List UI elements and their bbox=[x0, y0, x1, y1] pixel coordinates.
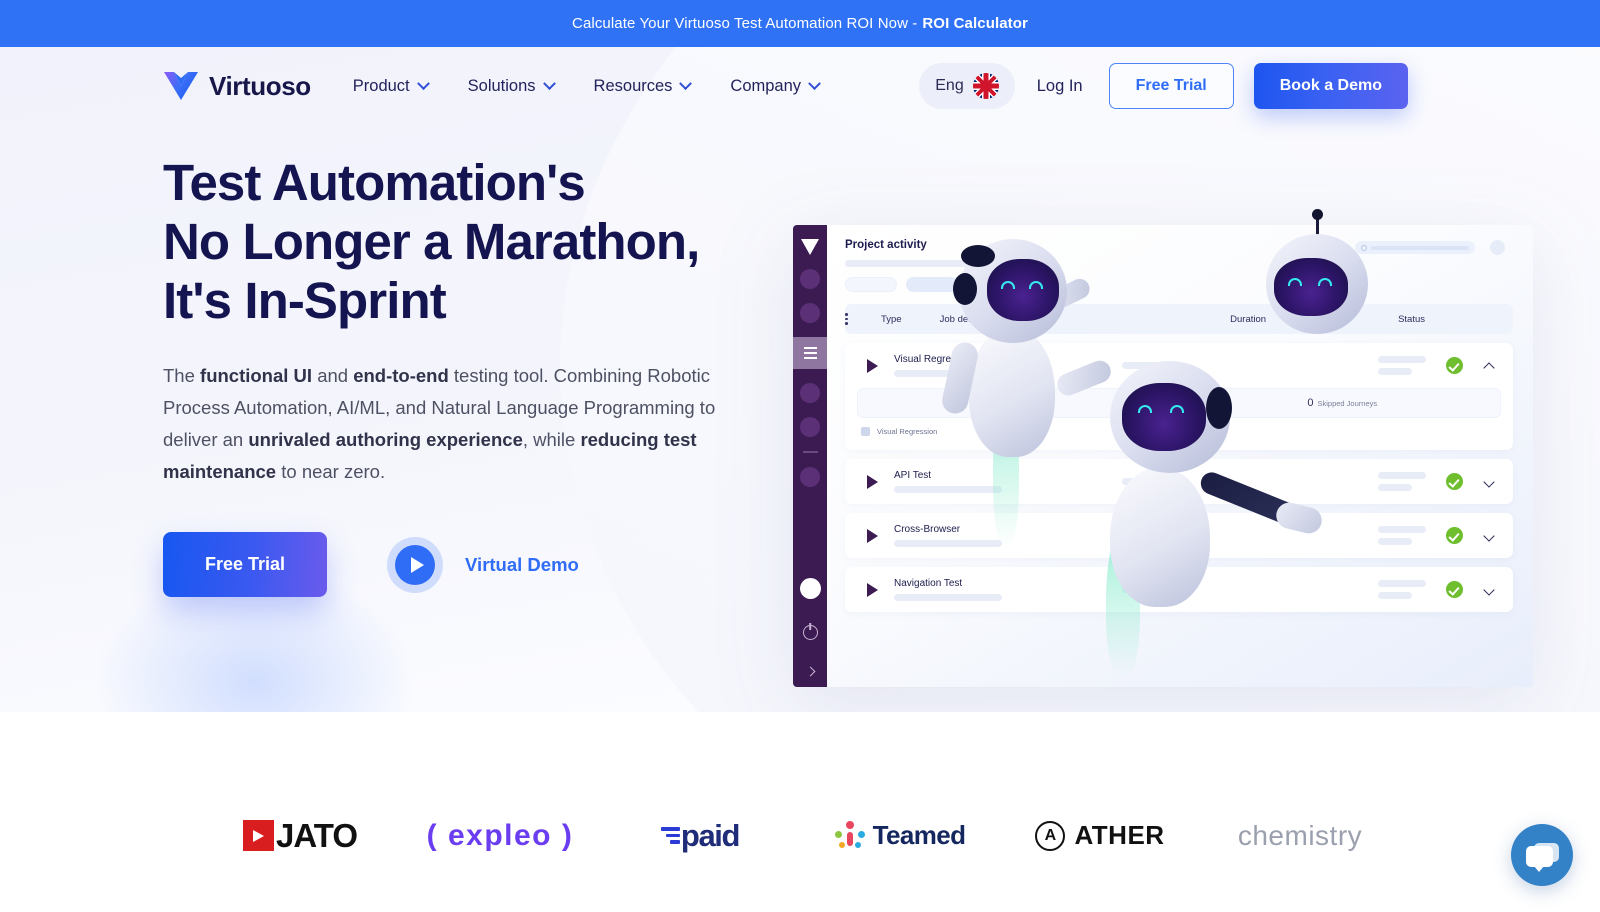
hero-subtitle: The functional UI and end-to-end testing… bbox=[163, 360, 748, 488]
sub-bold-3: unrivaled authoring experience bbox=[248, 429, 523, 450]
hero-copy: Test Automation's No Longer a Marathon, … bbox=[163, 153, 773, 597]
page-root: Calculate Your Virtuoso Test Automation … bbox=[0, 0, 1600, 912]
logo-paid: paid bbox=[600, 818, 800, 854]
customer-logo-strip: JATO ( expleo ) paid Teamed A ATHER chem… bbox=[0, 712, 1600, 912]
main-navigation: Virtuoso Product Solutions Resources Com… bbox=[0, 47, 1600, 125]
paid-mark-icon bbox=[660, 827, 680, 844]
logo-label: paid bbox=[680, 817, 741, 853]
ather-mark-icon: A bbox=[1035, 820, 1066, 851]
language-label: Eng bbox=[935, 77, 964, 94]
hero-free-trial-button[interactable]: Free Trial bbox=[163, 532, 328, 597]
promo-banner-text: Calculate Your Virtuoso Test Automation … bbox=[572, 15, 918, 32]
headline-line-2: No Longer a Marathon, bbox=[163, 213, 700, 270]
sub-part-4: , while bbox=[522, 429, 581, 450]
logo-label: chemistry bbox=[1237, 819, 1363, 851]
brand-logo[interactable]: Virtuoso bbox=[163, 71, 311, 102]
nav-item-resources-label: Resources bbox=[593, 76, 673, 95]
page-title: Test Automation's No Longer a Marathon, … bbox=[163, 153, 773, 330]
chat-bubble-icon bbox=[1525, 846, 1553, 872]
logo-label: ATHER bbox=[1074, 820, 1165, 850]
chevron-down-icon bbox=[808, 76, 821, 90]
promo-banner-link[interactable]: Calculate Your Virtuoso Test Automation … bbox=[572, 15, 1028, 32]
virtuoso-v-icon bbox=[164, 72, 198, 100]
chat-widget-button[interactable] bbox=[1511, 824, 1573, 886]
nav-item-solutions[interactable]: Solutions bbox=[467, 76, 556, 96]
nav-item-product-label: Product bbox=[352, 76, 410, 95]
logo-chemistry: chemistry bbox=[1200, 820, 1400, 852]
promo-banner[interactable]: Calculate Your Virtuoso Test Automation … bbox=[0, 0, 1600, 47]
play-circle-icon bbox=[387, 536, 444, 593]
nav-item-resources[interactable]: Resources bbox=[593, 76, 693, 96]
nav-actions: Eng Log In Free Trial Book a Demo bbox=[919, 63, 1408, 109]
free-trial-button[interactable]: Free Trial bbox=[1108, 63, 1234, 109]
nav-item-company-label: Company bbox=[730, 76, 802, 95]
login-link[interactable]: Log In bbox=[1037, 77, 1083, 96]
brand-name: Virtuoso bbox=[209, 70, 311, 101]
hero-section: Virtuoso Product Solutions Resources Com… bbox=[0, 47, 1600, 712]
language-selector[interactable]: Eng bbox=[919, 63, 1015, 109]
ather-mark-letter: A bbox=[1044, 826, 1057, 844]
headline-line-1: Test Automation's bbox=[163, 154, 586, 211]
logo-teamed: Teamed bbox=[800, 820, 1000, 851]
sub-part-5: to near zero. bbox=[276, 461, 386, 482]
virtual-demo-link[interactable]: Virtual Demo bbox=[387, 536, 579, 593]
sub-bold-1: functional UI bbox=[200, 365, 313, 386]
logo-label: JATO bbox=[276, 816, 358, 854]
nav-item-solutions-label: Solutions bbox=[467, 76, 536, 95]
logo-jato: JATO bbox=[200, 817, 400, 855]
nav-links: Product Solutions Resources Company bbox=[352, 76, 821, 96]
headline-line-3: It's In-Sprint bbox=[163, 272, 447, 329]
logo-label: ( expleo ) bbox=[426, 818, 574, 852]
teamed-mark-icon bbox=[834, 820, 865, 851]
virtual-demo-label: Virtual Demo bbox=[465, 553, 579, 575]
chevron-down-icon bbox=[679, 76, 693, 90]
sub-bold-2: end-to-end bbox=[353, 365, 449, 386]
power-icon[interactable] bbox=[802, 625, 818, 640]
promo-banner-cta[interactable]: ROI Calculator bbox=[922, 15, 1028, 32]
chevron-down-icon bbox=[416, 76, 430, 90]
jato-mark-icon bbox=[243, 820, 275, 851]
book-demo-button[interactable]: Book a Demo bbox=[1253, 63, 1408, 109]
nav-item-product[interactable]: Product bbox=[352, 76, 430, 96]
chevron-right-icon[interactable] bbox=[805, 666, 815, 677]
hero-content: Test Automation's No Longer a Marathon, … bbox=[0, 125, 1600, 597]
logo-ather: A ATHER bbox=[1000, 820, 1200, 851]
uk-flag-icon bbox=[972, 73, 999, 99]
hero-cta-row: Free Trial Virtual Demo bbox=[163, 532, 773, 597]
sub-part-2: and bbox=[312, 365, 354, 386]
chevron-down-icon bbox=[542, 76, 556, 90]
nav-item-company[interactable]: Company bbox=[730, 76, 821, 96]
sub-part-1: The bbox=[163, 365, 201, 386]
logo-label: Teamed bbox=[872, 820, 966, 850]
logo-expleo: ( expleo ) bbox=[400, 819, 600, 853]
